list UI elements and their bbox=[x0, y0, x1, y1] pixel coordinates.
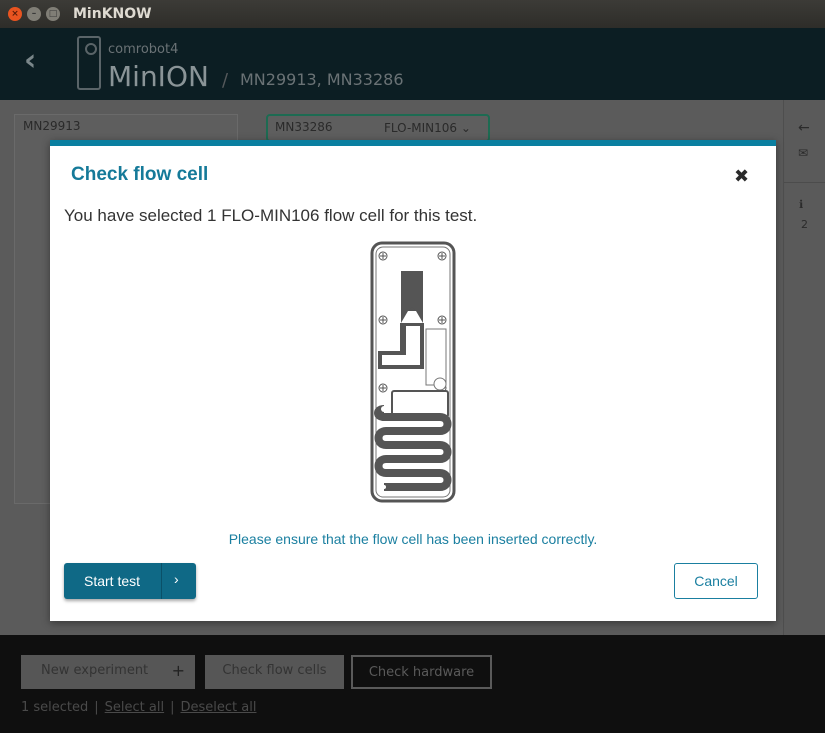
check-flow-cells-button[interactable]: Check flow cells bbox=[205, 655, 344, 689]
selection-divider: | bbox=[170, 700, 175, 715]
window-close-button[interactable]: × bbox=[8, 7, 22, 21]
window-maximize-button[interactable]: □ bbox=[46, 7, 60, 21]
back-arrow-icon[interactable]: ‹ bbox=[24, 46, 36, 76]
bottom-bar: New experiment + Check flow cells Check … bbox=[0, 635, 825, 733]
mail-icon[interactable]: ✉ bbox=[798, 146, 808, 160]
cancel-button[interactable]: Cancel bbox=[674, 563, 758, 599]
window-title: MinKNOW bbox=[73, 6, 152, 22]
check-flow-cell-dialog: Check flow cell ✖ You have selected 1 FL… bbox=[50, 140, 776, 621]
flow-cell-type-dropdown[interactable]: FLO-MIN106 ⌄ bbox=[384, 121, 471, 135]
panel-label: MN33286 bbox=[275, 120, 333, 134]
select-all-link[interactable]: Select all bbox=[105, 700, 164, 715]
start-test-label: Start test bbox=[84, 573, 141, 589]
chevron-down-icon: ⌄ bbox=[460, 121, 471, 135]
selection-row: 1 selected | Select all | Deselect all bbox=[21, 700, 256, 715]
selected-count: 1 selected bbox=[21, 700, 89, 715]
close-icon[interactable]: ✖ bbox=[734, 168, 749, 186]
info-icon[interactable]: ℹ bbox=[799, 198, 803, 211]
chevron-right-icon: › bbox=[174, 571, 179, 587]
arrow-left-icon[interactable]: ← bbox=[798, 120, 810, 136]
host-name: comrobot4 bbox=[108, 42, 179, 57]
header-separator: / bbox=[222, 70, 229, 91]
flow-cell-diagram bbox=[370, 241, 456, 503]
right-sidebar: ← ✉ ℹ 2 bbox=[783, 100, 825, 635]
flow-cell-panel-right[interactable]: MN33286 FLO-MIN106 ⌄ bbox=[266, 114, 490, 142]
info-count: 2 bbox=[801, 218, 808, 231]
plus-icon: + bbox=[171, 661, 185, 680]
deselect-all-link[interactable]: Deselect all bbox=[181, 700, 257, 715]
button-divider bbox=[161, 563, 162, 599]
dialog-description: You have selected 1 FLO-MIN106 flow cell… bbox=[64, 206, 478, 225]
dialog-title: Check flow cell bbox=[71, 164, 209, 185]
sidebar-divider bbox=[784, 182, 825, 183]
new-experiment-button[interactable]: New experiment + bbox=[21, 655, 195, 689]
device-name: MinION bbox=[108, 60, 209, 93]
start-test-button[interactable]: Start test › bbox=[64, 563, 196, 599]
panel-label: MN29913 bbox=[23, 119, 81, 133]
check-hardware-button[interactable]: Check hardware bbox=[351, 655, 492, 689]
minion-device-icon bbox=[77, 36, 101, 90]
insertion-note: Please ensure that the flow cell has bee… bbox=[228, 531, 598, 547]
flow-cell-ids: MN29913, MN33286 bbox=[240, 70, 404, 89]
selection-divider: | bbox=[94, 700, 99, 715]
window-minimize-button[interactable]: – bbox=[27, 7, 41, 21]
window-titlebar: × – □ MinKNOW bbox=[0, 0, 825, 28]
